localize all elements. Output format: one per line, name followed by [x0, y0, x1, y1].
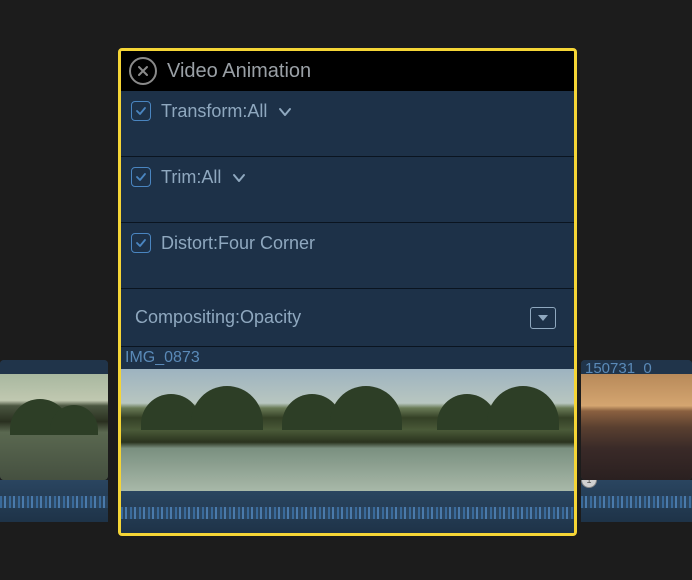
timeline-marker[interactable]: 1 — [581, 480, 597, 488]
checkbox-distort[interactable] — [131, 233, 151, 253]
video-animation-panel: Video Animation Transform:All Trim:All — [118, 48, 577, 536]
audio-waveform — [121, 491, 574, 533]
effect-row-transform[interactable]: Transform:All — [121, 91, 574, 157]
timeline-clip-right[interactable]: 150731_0 1 — [581, 360, 692, 525]
chevron-down-icon[interactable] — [231, 170, 247, 186]
effect-row-trim[interactable]: Trim:All — [121, 157, 574, 223]
chevron-down-icon[interactable] — [277, 104, 293, 120]
panel-title: Video Animation — [167, 60, 311, 83]
panel-header: Video Animation — [121, 51, 574, 91]
clip-filmstrip — [121, 369, 574, 491]
checkbox-transform[interactable] — [131, 101, 151, 121]
effect-label: Transform:All — [161, 101, 267, 122]
effect-row-compositing[interactable]: Compositing:Opacity — [121, 289, 574, 347]
panel-clip-area[interactable]: IMG_0873 — [121, 347, 574, 533]
audio-waveform: 1 — [581, 480, 692, 522]
expand-icon[interactable] — [530, 307, 556, 329]
audio-waveform — [0, 480, 108, 522]
close-icon[interactable] — [129, 57, 157, 85]
effect-row-distort[interactable]: Distort:Four Corner — [121, 223, 574, 289]
effect-label: Distort:Four Corner — [161, 233, 315, 254]
timeline-clip-left[interactable] — [0, 360, 108, 525]
effect-label: Trim:All — [161, 167, 221, 188]
effect-label: Compositing:Opacity — [135, 307, 301, 328]
clip-label: IMG_0873 — [125, 349, 200, 367]
checkbox-trim[interactable] — [131, 167, 151, 187]
